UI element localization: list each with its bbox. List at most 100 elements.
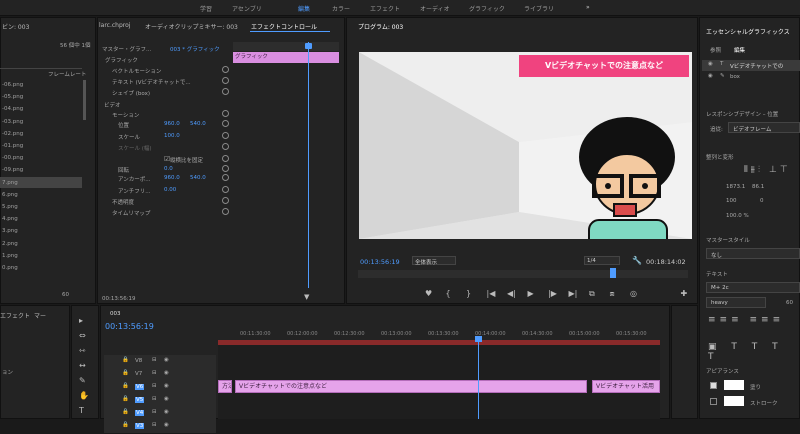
reset-icon[interactable]	[222, 186, 229, 193]
file-item[interactable]: -02.png	[2, 131, 23, 137]
eg-rotation[interactable]: 0	[760, 198, 764, 204]
sync-lock-icon[interactable]: ⊟	[152, 409, 157, 415]
ws-audio[interactable]: オーディオ	[420, 4, 450, 13]
reset-icon[interactable]	[222, 132, 229, 139]
track-label[interactable]: V6	[135, 384, 145, 390]
quality-dropdown[interactable]: 1/4	[587, 258, 596, 264]
reset-icon[interactable]	[222, 88, 229, 95]
file-item[interactable]: 6.png	[2, 192, 18, 198]
lock-checkbox[interactable]: ☑	[164, 155, 170, 163]
wrench-icon[interactable]: 🔧	[632, 256, 642, 265]
filter-icon[interactable]: ▼	[304, 293, 309, 301]
file-item[interactable]: 7.png	[2, 180, 18, 186]
tab-audio-mixer[interactable]: オーディオクリップミキサー: 003	[145, 22, 238, 31]
file-item[interactable]: -09.png	[2, 167, 23, 173]
layer-shape[interactable]: box ◉ ✎	[702, 72, 800, 83]
file-item[interactable]: -05.png	[2, 94, 23, 100]
ec-row[interactable]: アンチフリ...	[118, 187, 151, 195]
eye-icon[interactable]: ◉	[164, 357, 169, 363]
ec-row[interactable]: ベクトルモーション	[112, 67, 161, 75]
tool-icon[interactable]: T	[79, 406, 84, 415]
transport-icon[interactable]: |▶	[548, 289, 557, 298]
transport-icon[interactable]: ♥	[425, 289, 432, 298]
timeline-seq-tab[interactable]: 003	[110, 311, 121, 317]
ws-learn[interactable]: 学習	[200, 4, 212, 13]
file-item[interactable]: -03.png	[2, 119, 23, 125]
framerate-col[interactable]: フレームレート	[48, 70, 86, 78]
tab-project[interactable]: larc.chproj	[99, 22, 130, 29]
ec-playhead[interactable]	[308, 42, 309, 288]
sync-lock-icon[interactable]: ⊟	[152, 422, 157, 428]
program-scrubber[interactable]	[358, 270, 688, 278]
file-item[interactable]: 2.png	[2, 241, 18, 247]
reset-icon[interactable]	[222, 174, 229, 181]
lock-icon[interactable]: 🔒	[122, 357, 129, 363]
reset-icon[interactable]	[222, 208, 229, 215]
file-item[interactable]: 3.png	[2, 228, 18, 234]
file-item[interactable]: 0.png	[2, 265, 18, 271]
font-dropdown[interactable]: M+ 2c	[711, 285, 729, 291]
reset-icon[interactable]	[222, 120, 229, 127]
stroke-checkbox[interactable]	[710, 398, 717, 405]
reset-icon[interactable]	[222, 66, 229, 73]
ec-row[interactable]: スケール	[118, 133, 140, 141]
ws-graphics[interactable]: グラフィック	[469, 4, 505, 13]
file-item[interactable]: 1.png	[2, 253, 18, 259]
effects-item[interactable]: ョン	[2, 368, 13, 376]
text-style-icons[interactable]: ▣ T T T T	[708, 342, 800, 362]
ec-value[interactable]: 960.0	[164, 121, 180, 127]
clip-prev[interactable]: 方法	[218, 380, 232, 393]
track-label[interactable]: V3	[135, 423, 145, 429]
lock-icon[interactable]: 🔒	[122, 370, 129, 376]
tab-effect-controls[interactable]: エフェクトコントロール	[251, 22, 317, 31]
lock-icon[interactable]: 🔒	[122, 422, 129, 428]
ec-row[interactable]: タイムリマップ	[112, 209, 150, 217]
fit-dropdown[interactable]: 全体表示	[415, 258, 437, 266]
transport-icon[interactable]: ◀|	[507, 289, 516, 298]
track-label[interactable]: V5	[135, 397, 145, 403]
clip-title[interactable]: Vビデオチャットでの注意点など	[235, 380, 587, 393]
ec-row[interactable]: テキスト (Vビデオチャットで...	[112, 78, 191, 86]
zoom-value[interactable]: 60	[62, 292, 69, 298]
scrollbar[interactable]	[83, 80, 86, 120]
ec-value[interactable]: 540.0	[190, 175, 206, 181]
transport-icon[interactable]: ▶	[528, 289, 534, 298]
file-item[interactable]: -00.png	[2, 155, 23, 161]
eye-icon[interactable]: ◉	[164, 396, 169, 402]
tool-icon[interactable]: ✋	[79, 391, 89, 400]
eg-pos-x[interactable]: 1873.1	[726, 184, 745, 190]
transport-icon[interactable]: ✚	[681, 289, 688, 298]
master-label[interactable]: マスター・グラフ...	[102, 45, 151, 53]
sequence-label[interactable]: 003 * グラフィック	[170, 45, 220, 53]
lock-icon[interactable]: 🔒	[122, 409, 129, 415]
tool-icon[interactable]: ▸	[79, 316, 83, 325]
clip-next[interactable]: Vビデオチャット活用	[592, 380, 660, 393]
transport-icon[interactable]: }	[466, 289, 471, 298]
lock-icon[interactable]: 🔒	[122, 396, 129, 402]
fill-swatch[interactable]	[724, 380, 744, 390]
ws-libraries[interactable]: ライブラリ	[524, 4, 554, 13]
ec-row[interactable]: 回転	[118, 166, 129, 174]
layer-text[interactable]: Vビデオチャットでの ◉ T	[702, 60, 800, 71]
tool-icon[interactable]: ⇿	[79, 346, 86, 355]
ec-value[interactable]: 100.0	[164, 133, 180, 139]
eg-tab-edit[interactable]: 編集	[734, 46, 745, 54]
mini-ruler[interactable]	[233, 42, 339, 51]
tool-icon[interactable]: ⇔	[79, 331, 86, 340]
timeline-playhead[interactable]	[478, 336, 479, 419]
lock-icon[interactable]: 🔒	[122, 383, 129, 389]
pin-dropdown[interactable]: ビデオフレーム	[733, 125, 771, 133]
track-label[interactable]: V4	[135, 410, 145, 416]
reset-icon[interactable]	[222, 77, 229, 84]
program-playhead[interactable]	[610, 268, 616, 278]
reset-icon[interactable]	[222, 155, 229, 162]
file-item[interactable]: -04.png	[2, 106, 23, 112]
tool-icon[interactable]: ✎	[79, 376, 86, 385]
file-item[interactable]: 4.png	[2, 216, 18, 222]
reset-icon[interactable]	[222, 197, 229, 204]
fill-checkbox[interactable]	[710, 382, 717, 389]
eg-pos-y[interactable]: 86.1	[752, 184, 764, 190]
style-dropdown[interactable]: なし	[711, 251, 722, 259]
transport-icon[interactable]: ⧉	[589, 289, 595, 299]
ec-row[interactable]: 位置	[118, 121, 129, 129]
